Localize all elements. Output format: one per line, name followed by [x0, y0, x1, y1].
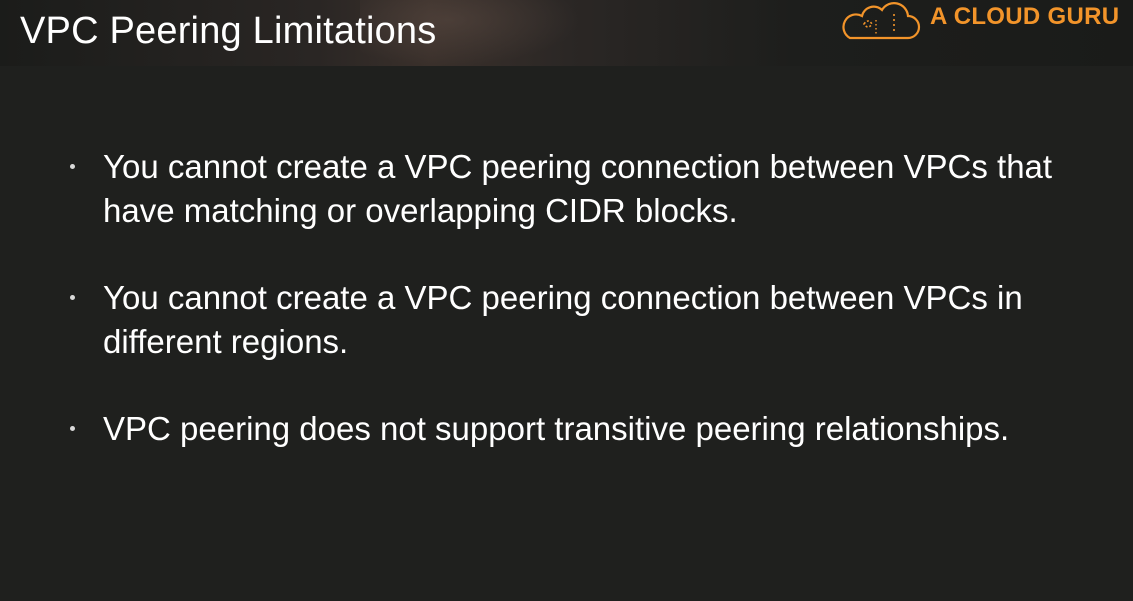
bullet-item: You cannot create a VPC peering connecti…	[68, 276, 1108, 364]
slide: VPC Peering Limitations A CLOUD GURU You…	[0, 0, 1133, 601]
bullet-item: You cannot create a VPC peering connecti…	[68, 145, 1108, 233]
cloud-logo-icon	[842, 2, 921, 40]
bullet-point-icon	[70, 295, 75, 300]
bullet-list: You cannot create a VPC peering connecti…	[68, 145, 1108, 494]
brand-logo-text: A CLOUD GURU	[930, 3, 1120, 30]
brand-logo: A CLOUD GURU	[836, 0, 1133, 42]
bullet-text: You cannot create a VPC peering connecti…	[103, 148, 1053, 229]
bullet-item: VPC peering does not support transitive …	[68, 407, 1108, 451]
bullet-text: You cannot create a VPC peering connecti…	[103, 279, 1023, 360]
bullet-point-icon	[70, 164, 75, 169]
bullet-point-icon	[70, 426, 75, 431]
header-band: VPC Peering Limitations A CLOUD GURU	[0, 0, 1133, 66]
slide-title: VPC Peering Limitations	[20, 10, 437, 52]
bullet-text: VPC peering does not support transitive …	[103, 410, 1010, 447]
